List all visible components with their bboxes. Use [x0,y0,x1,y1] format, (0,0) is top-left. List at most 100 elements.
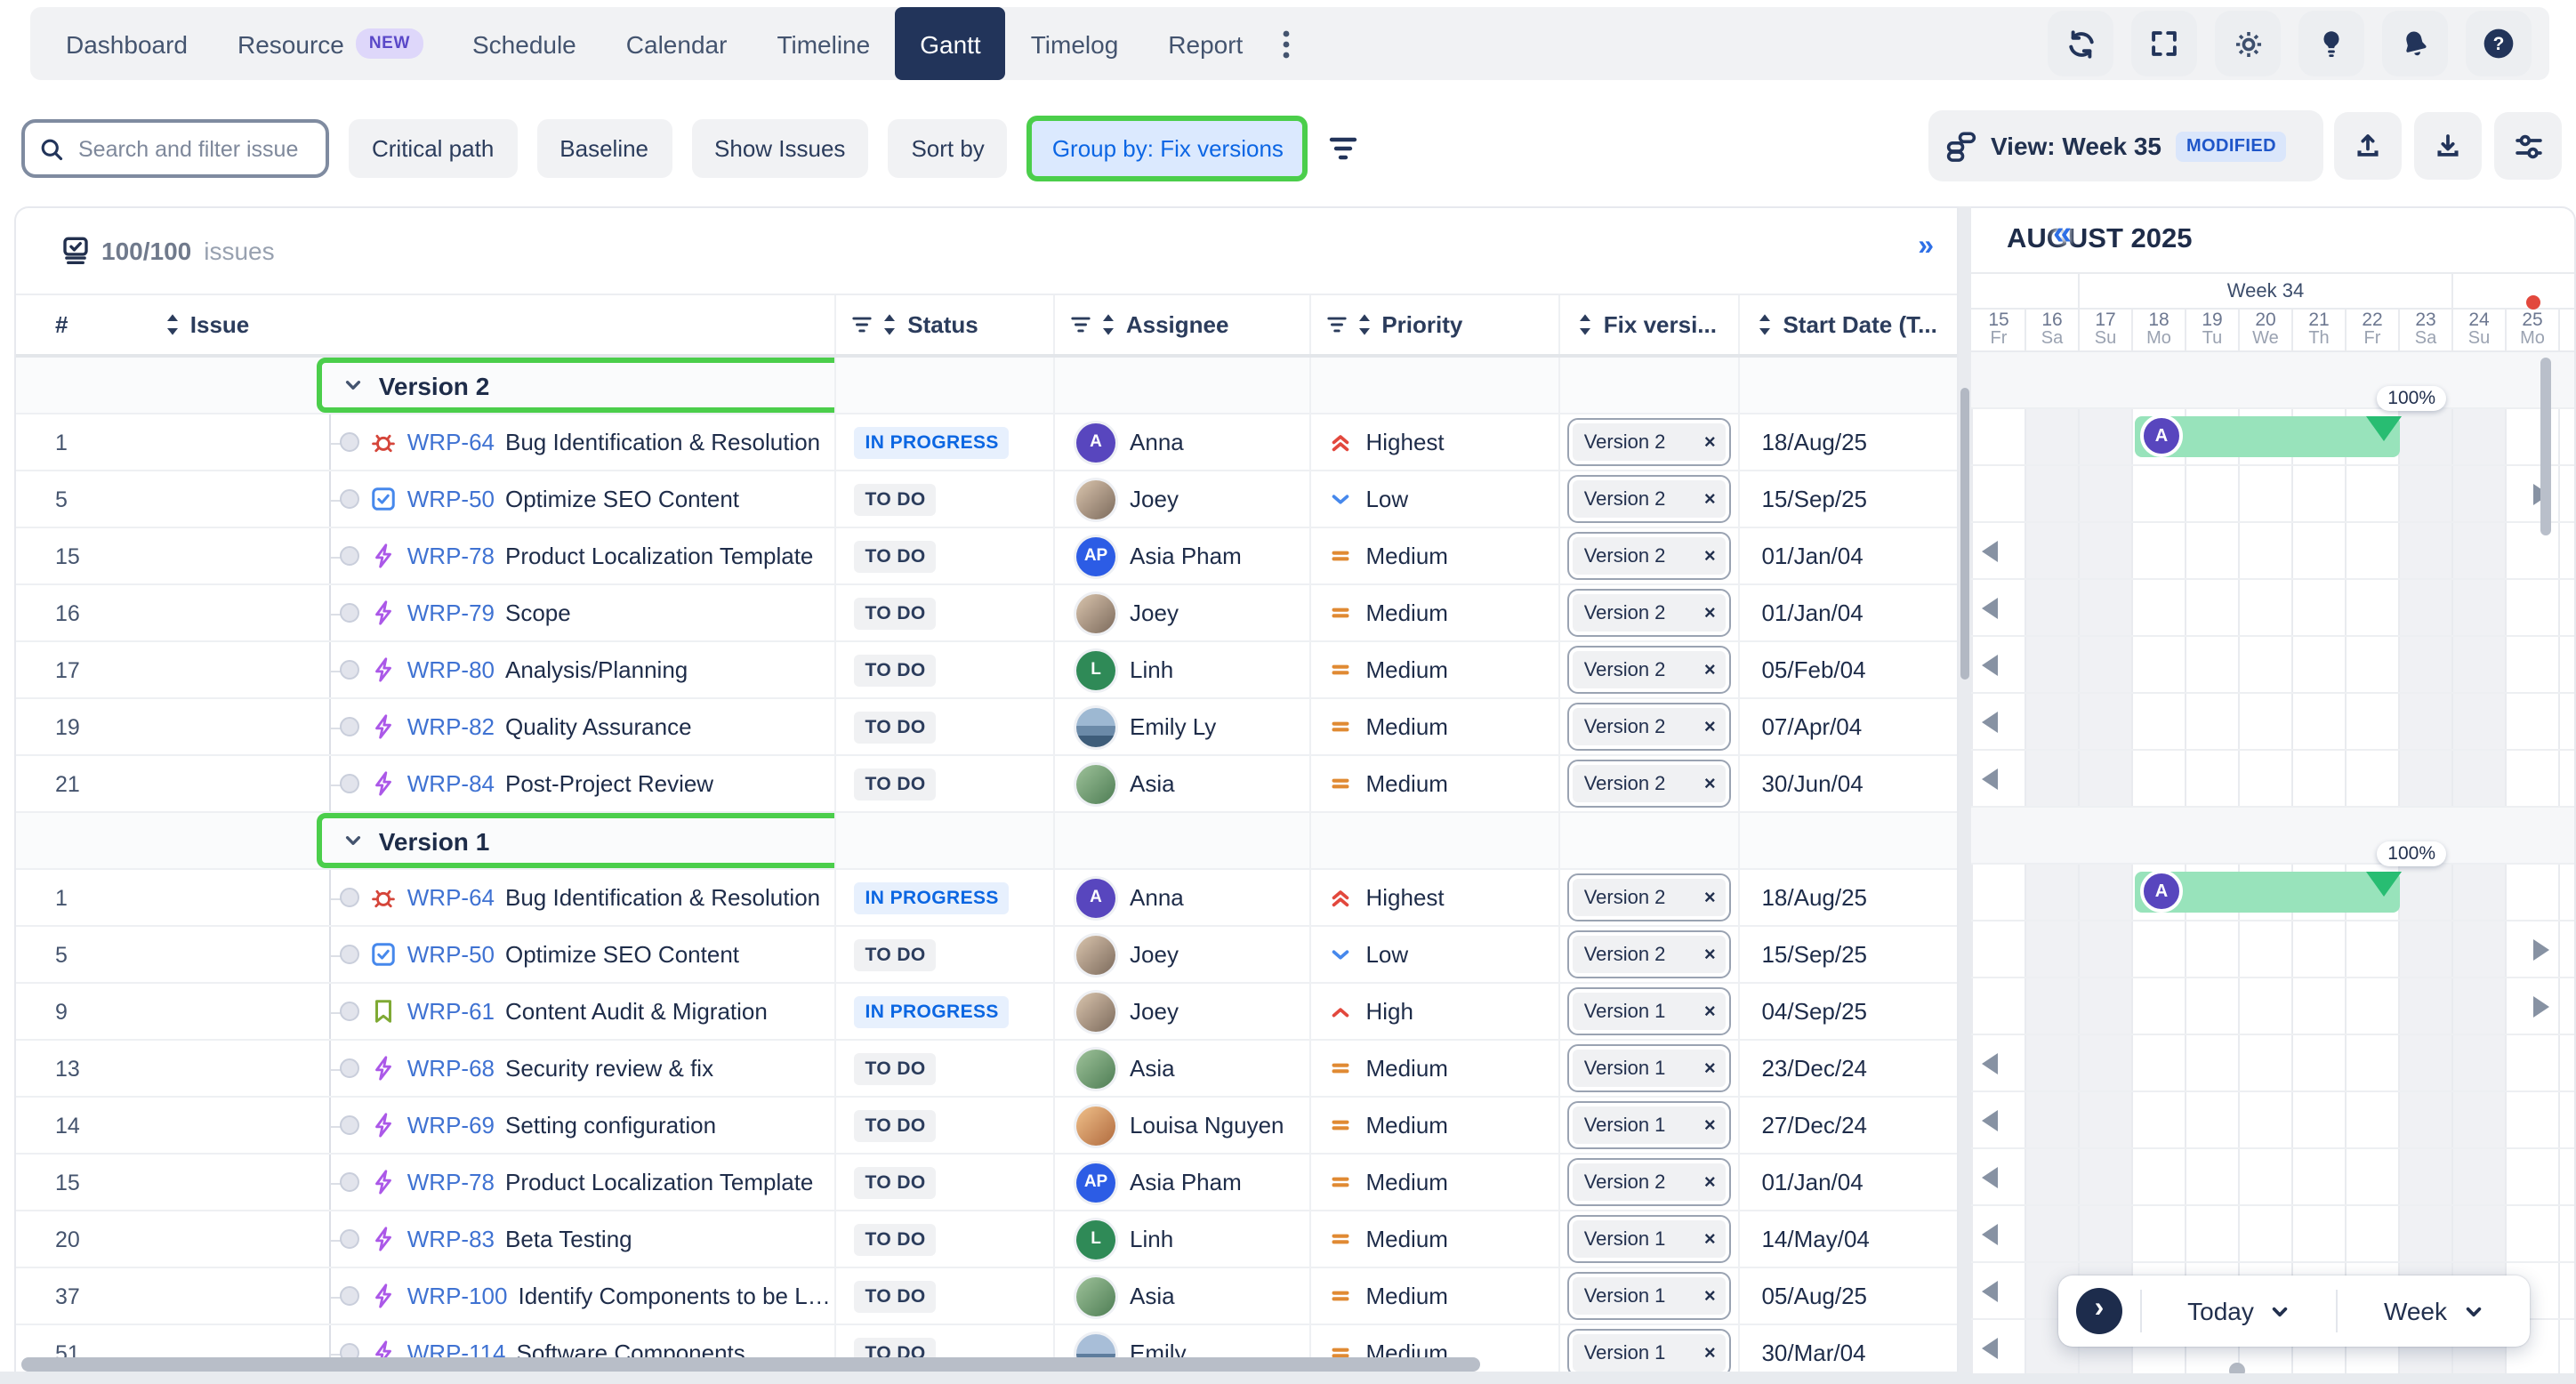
fix-version-cell[interactable]: Version 2 × [1559,927,1739,982]
offscreen-left-indicator[interactable] [1982,1281,1998,1302]
priority-cell[interactable]: Highest [1308,414,1558,470]
status-cell[interactable]: TO DO [835,471,1054,527]
fix-version-field[interactable]: Version 2 × [1568,418,1732,466]
filter-lines-icon[interactable] [1330,135,1358,162]
offscreen-left-indicator[interactable] [1982,1053,1998,1074]
column-header-start-date[interactable]: Start Date (T... [1738,295,1957,354]
table-horizontal-scrollbar[interactable] [21,1357,1480,1372]
offscreen-left-indicator[interactable] [1982,712,1998,733]
start-date-cell[interactable]: 01/Jan/04 [1738,1155,1957,1210]
offscreen-left-indicator[interactable] [1982,1167,1998,1188]
priority-cell[interactable]: Medium [1308,585,1558,640]
status-cell[interactable] [835,813,1054,868]
fix-version-field[interactable]: Version 2 × [1568,703,1732,751]
priority-cell[interactable]: Low [1308,927,1558,982]
issue-key-link[interactable]: WRP-100 [407,1283,508,1309]
start-date-cell[interactable]: 18/Aug/25 [1738,414,1957,470]
view-switcher[interactable]: View: Week 35 MODIFIED [1928,110,2323,181]
issue-key-link[interactable]: WRP-82 [407,713,495,740]
status-cell[interactable]: TO DO [835,927,1054,982]
table-row[interactable]: 37 WRP-100 Identify Compone [16,1268,1957,1325]
fix-version-field[interactable]: Version 2 × [1568,589,1732,637]
assignee-cell[interactable]: Asia [1053,756,1308,811]
issue-cell[interactable]: WRP-83 Beta Testing [151,1211,835,1267]
tree-node-dot[interactable] [340,603,359,623]
issue-key-link[interactable]: WRP-50 [407,941,495,968]
tree-node-dot[interactable] [340,489,359,509]
zoom-level-dropdown[interactable]: Week [2337,1297,2530,1325]
search-box[interactable] [21,119,329,178]
status-cell[interactable]: TO DO [835,756,1054,811]
table-row[interactable]: 5 WRP-50 Optimize SEO Conte [16,471,1957,528]
sort-by-button[interactable]: Sort by [888,119,1007,178]
assignee-cell[interactable]: Asia [1053,1268,1308,1324]
remove-version-icon[interactable]: × [1704,488,1716,510]
filter-icon[interactable] [1326,315,1346,334]
table-row[interactable]: 5 WRP-50 Optimize SEO Conte [16,927,1957,984]
fix-version-field[interactable]: Version 1 × [1568,1101,1732,1149]
remove-version-icon[interactable]: × [1704,716,1716,737]
collapse-panel-icon[interactable]: « [2053,215,2072,254]
tree-node-dot[interactable] [340,888,359,907]
assignee-cell[interactable]: Emily Ly [1053,699,1308,754]
table-row[interactable]: 16 WRP-79 Scope [16,585,1957,642]
issue-key-link[interactable]: WRP-69 [407,1112,495,1139]
filter-icon[interactable] [1071,315,1091,334]
status-cell[interactable] [835,358,1054,413]
issue-cell[interactable]: WRP-100 Identify Components to be Locali… [151,1268,835,1324]
start-date-cell[interactable]: 04/Sep/25 [1738,984,1957,1039]
issue-key-link[interactable]: WRP-78 [407,543,495,569]
help-button[interactable]: ? [2466,11,2532,76]
priority-cell[interactable]: Medium [1308,1268,1558,1324]
timeline-vertical-scrollbar[interactable] [2540,358,2551,535]
critical-path-button[interactable]: Critical path [349,119,517,178]
issue-cell[interactable]: WRP-50 Optimize SEO Content [151,927,835,982]
fix-version-field[interactable]: Version 1 × [1568,1044,1732,1092]
chevron-down-icon[interactable] [343,375,363,395]
fix-version-cell[interactable]: Version 2 × [1559,642,1739,697]
table-row[interactable]: 20 WRP-83 Beta Testing [16,1211,1957,1268]
start-date-cell[interactable]: 30/Jun/04 [1738,756,1957,811]
expand-panel-icon[interactable]: » [1918,231,1932,263]
tree-node-dot[interactable] [340,1286,359,1306]
fix-version-cell[interactable]: Version 2 × [1559,1155,1739,1210]
start-date-cell[interactable]: 07/Apr/04 [1738,699,1957,754]
offscreen-right-indicator[interactable] [2533,996,2549,1018]
offscreen-left-indicator[interactable] [1982,655,1998,676]
sort-icon[interactable] [1099,313,1117,336]
start-date-cell[interactable]: 01/Jan/04 [1738,585,1957,640]
sort-icon[interactable] [164,313,181,336]
remove-version-icon[interactable]: × [1704,1171,1716,1193]
table-row[interactable]: Version 1 [16,813,1957,870]
assignee-cell[interactable] [1053,813,1308,868]
chevron-down-icon[interactable] [343,831,363,850]
start-date-cell[interactable]: 18/Aug/25 [1738,870,1957,925]
assignee-cell[interactable]: Asia [1053,1041,1308,1096]
fullscreen-button[interactable] [2131,11,2197,76]
start-date-cell[interactable]: 15/Sep/25 [1738,927,1957,982]
fix-version-cell[interactable]: Version 1 × [1559,984,1739,1039]
offscreen-left-indicator[interactable] [1982,768,1998,790]
fix-version-field[interactable]: Version 1 × [1568,1272,1732,1320]
priority-cell[interactable]: Medium [1308,1098,1558,1153]
tips-button[interactable] [2298,11,2364,76]
status-cell[interactable]: TO DO [835,1268,1054,1324]
issue-key-link[interactable]: WRP-80 [407,656,495,683]
issue-cell[interactable]: WRP-64 Bug Identification & Resolution [151,870,835,925]
table-row[interactable]: 1 WRP-64 Bug Identification [16,414,1957,471]
start-date-cell[interactable] [1738,358,1957,413]
table-row[interactable]: 21 WRP-84 Post-Project Revi [16,756,1957,813]
fix-version-cell[interactable]: Version 2 × [1559,756,1739,811]
panel-divider[interactable] [1959,206,1971,1373]
tree-node-dot[interactable] [340,1229,359,1249]
remove-version-icon[interactable]: × [1704,1228,1716,1250]
fix-version-field[interactable]: Version 2 × [1568,475,1732,523]
group-by-button[interactable]: Group by: Fix versions [1027,116,1308,181]
nav-item-report[interactable]: Report [1143,7,1268,80]
status-cell[interactable]: TO DO [835,1211,1054,1267]
priority-cell[interactable]: Medium [1308,642,1558,697]
status-cell[interactable]: IN PROGRESS [835,984,1054,1039]
remove-version-icon[interactable]: × [1704,1114,1716,1136]
issue-key-link[interactable]: WRP-68 [407,1055,495,1082]
offscreen-left-indicator[interactable] [1982,598,1998,619]
